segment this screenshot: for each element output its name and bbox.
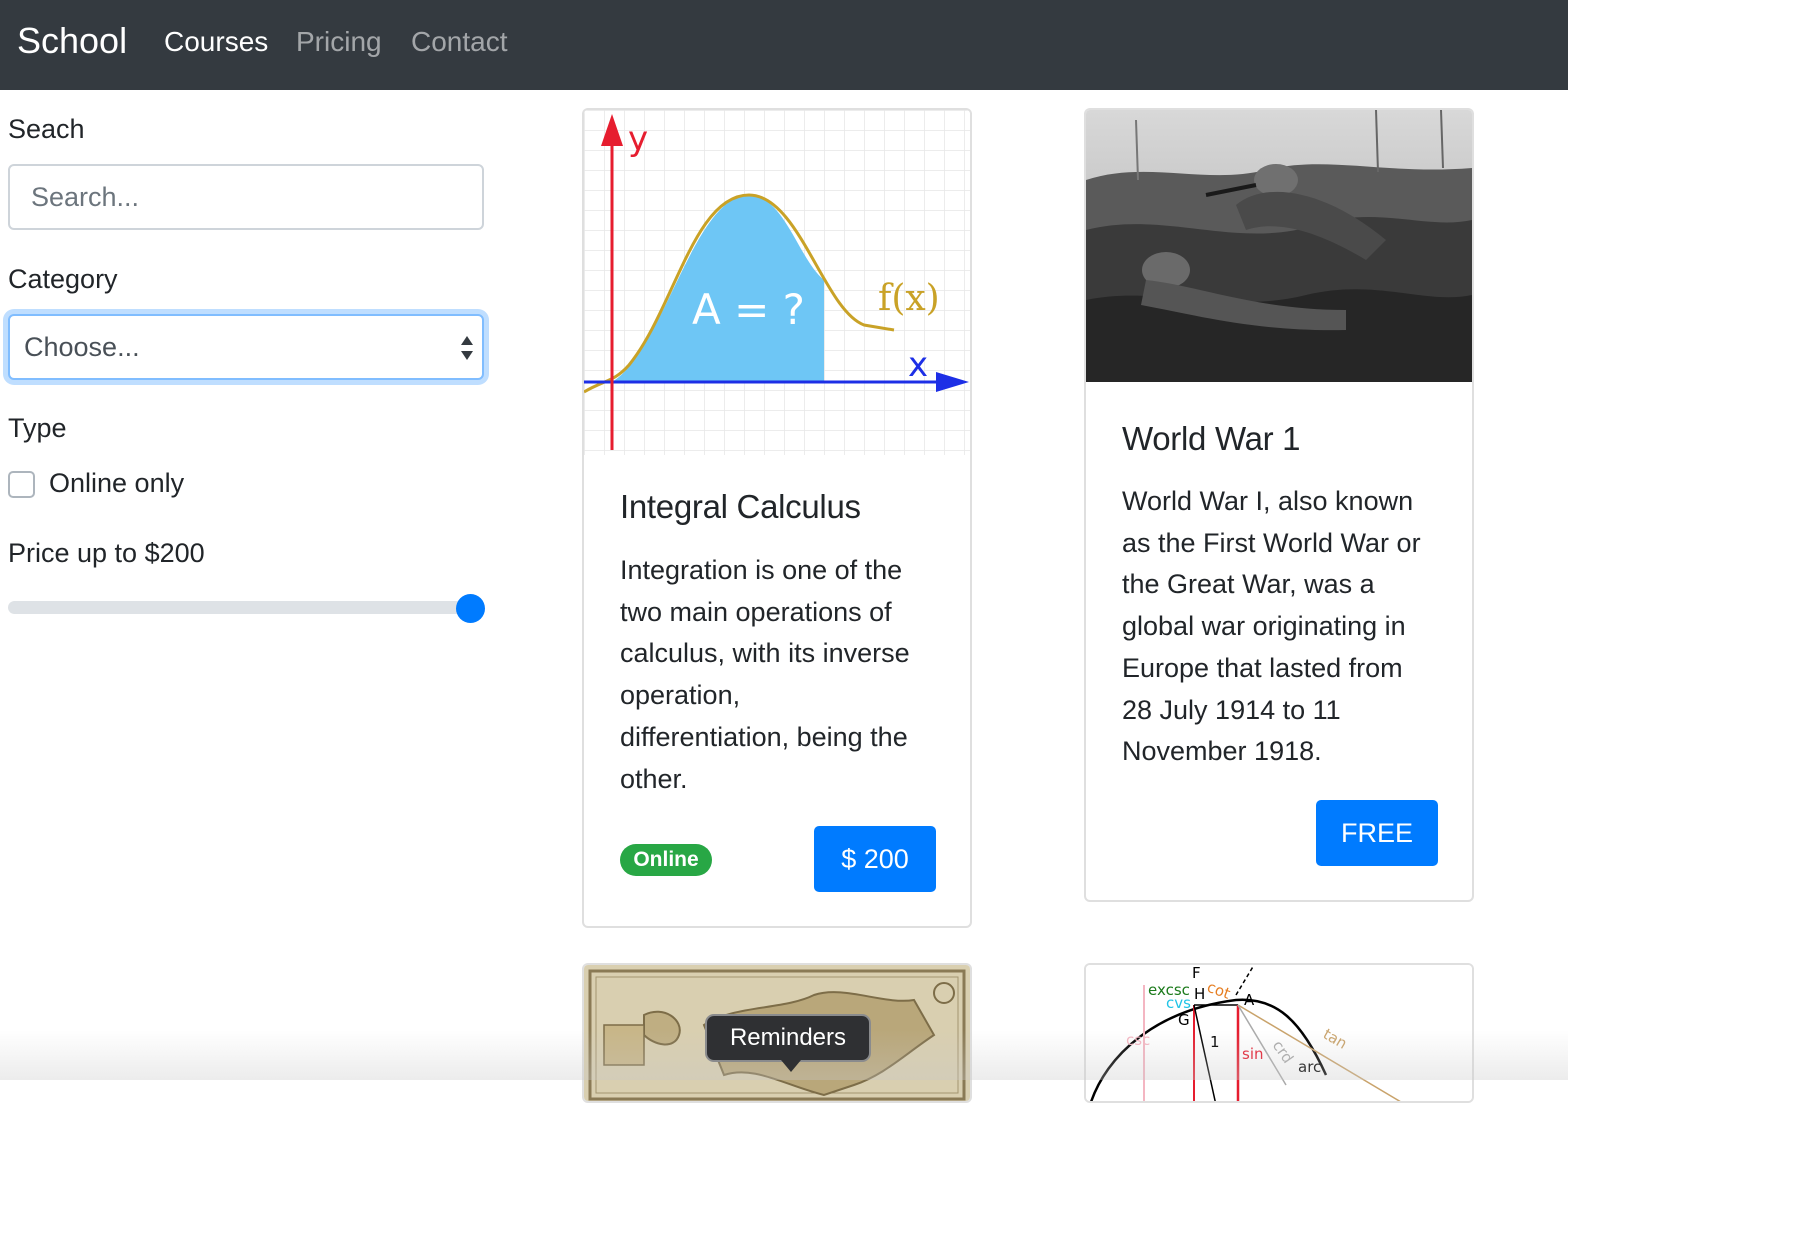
reminders-tooltip: Reminders	[705, 1014, 871, 1062]
description-line: other.	[620, 763, 688, 794]
area-label: A = ?	[692, 285, 805, 334]
description-line: differentiation, being the	[620, 721, 908, 752]
category-selected-value: Choose...	[24, 332, 140, 362]
search-label: Seach	[8, 114, 85, 144]
navbar: School Courses Pricing Contact	[0, 0, 1568, 90]
nav-link-contact[interactable]: Contact	[411, 26, 508, 58]
search-input[interactable]	[8, 164, 484, 230]
world-war-photo	[1086, 110, 1472, 382]
description-line: global war originating in	[1122, 611, 1406, 642]
description-line: November 1918.	[1122, 736, 1322, 767]
description-line: World War I, also known	[1122, 486, 1414, 516]
integral-graph-image: y x f(x) A = ?	[584, 110, 970, 455]
online-only-checkbox[interactable]	[8, 471, 35, 498]
type-label: Type	[8, 413, 67, 443]
price-range-track[interactable]	[8, 601, 484, 614]
description-line: two main operations of	[620, 596, 892, 627]
description-line: calculus, with its inverse	[620, 638, 910, 669]
diagram-label: H	[1194, 985, 1205, 1003]
category-select[interactable]: Choose...	[8, 314, 484, 380]
tooltip-tail	[781, 1060, 801, 1072]
course-description: Integration is one of the two main opera…	[620, 550, 950, 800]
price-button[interactable]: $ 200	[814, 826, 936, 892]
price-range-thumb[interactable]	[456, 594, 485, 623]
course-description: World War I, also known as the First Wor…	[1122, 481, 1452, 773]
x-axis-label: x	[908, 345, 928, 385]
diagram-label: cvs	[1166, 994, 1191, 1012]
nav-link-pricing[interactable]: Pricing	[296, 26, 382, 58]
description-line: the Great War, was a	[1122, 569, 1375, 600]
diagram-label: G	[1178, 1011, 1190, 1029]
course-card-integral-calculus: y x f(x) A = ? Integral Calculus Integra…	[582, 108, 972, 928]
description-line: operation,	[620, 680, 741, 711]
description-line: Europe that lasted from	[1122, 652, 1403, 683]
course-title: Integral Calculus	[620, 488, 861, 525]
online-only-label[interactable]: Online only	[49, 468, 184, 499]
online-badge: Online	[620, 844, 712, 876]
nav-link-courses[interactable]: Courses	[164, 26, 268, 58]
description-line: Integration is one of the	[620, 555, 903, 585]
course-title: World War 1	[1122, 420, 1301, 457]
description-line: as the First World War or	[1122, 527, 1421, 558]
diagram-label: A	[1244, 991, 1255, 1009]
brand-link[interactable]: School	[17, 20, 127, 62]
select-arrows-icon	[461, 336, 473, 360]
course-card-world-war-1: World War 1 World War I, also known as t…	[1084, 108, 1474, 902]
category-label: Category	[8, 264, 118, 294]
y-axis-label: y	[628, 119, 648, 159]
diagram-label: F	[1192, 965, 1201, 982]
function-label: f(x)	[878, 278, 940, 319]
description-line: 28 July 1914 to 11	[1122, 694, 1341, 725]
price-label: Price up to $200	[8, 538, 205, 568]
price-button[interactable]: FREE	[1316, 800, 1438, 866]
